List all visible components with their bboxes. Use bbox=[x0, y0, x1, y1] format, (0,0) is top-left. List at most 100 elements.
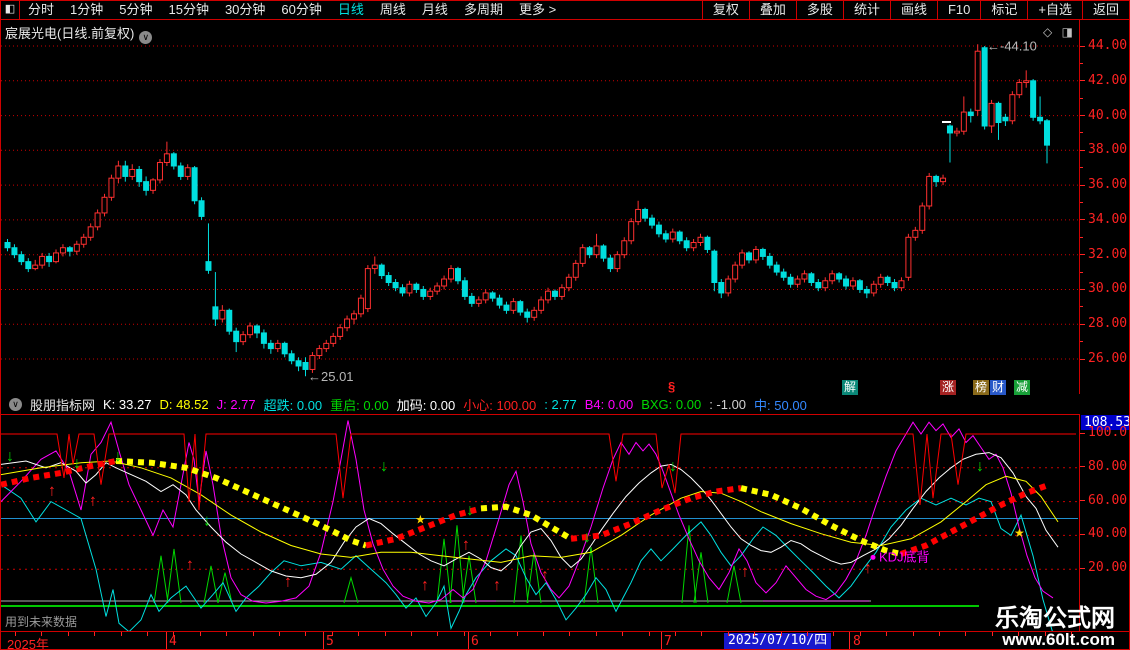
candle-body bbox=[683, 240, 690, 249]
sell-arrow: ↓ bbox=[114, 448, 122, 465]
candlestick-canvas[interactable]: ←-44.10 ←25.01 § bbox=[1, 20, 1079, 394]
candle-body bbox=[572, 262, 579, 278]
period-tab-7[interactable]: 周线 bbox=[372, 1, 414, 19]
candle-body bbox=[704, 236, 711, 250]
event-badge-2[interactable]: 榜 bbox=[973, 380, 989, 395]
month-separator bbox=[323, 632, 324, 649]
axis-tick bbox=[1080, 202, 1083, 203]
price-axis-label: 28.00 bbox=[1088, 316, 1128, 332]
candle-body bbox=[385, 275, 392, 284]
candle-body bbox=[136, 168, 143, 183]
period-tab-5[interactable]: 60分钟 bbox=[273, 1, 329, 19]
candle-body bbox=[655, 224, 662, 235]
candle-body bbox=[877, 276, 884, 285]
candle-body bbox=[988, 102, 995, 127]
candle-body bbox=[253, 325, 260, 334]
period-tabs: 分时 1分钟 5分钟 15分钟 30分钟 60分钟 日线 周线 月线 多周期 更多 > bbox=[20, 1, 564, 19]
candle-body bbox=[690, 242, 697, 249]
time-tick bbox=[569, 632, 570, 636]
candle-body bbox=[281, 342, 288, 355]
price-axis-label: 32.00 bbox=[1088, 246, 1128, 262]
price-gridlines bbox=[1, 45, 1078, 360]
candle-body bbox=[766, 255, 773, 266]
period-tab-0[interactable]: 分时 bbox=[20, 1, 62, 19]
time-tick bbox=[913, 632, 914, 636]
axis-tick bbox=[1080, 341, 1083, 343]
candle-body bbox=[1009, 94, 1016, 122]
diamond-icon[interactable]: ◇ bbox=[1043, 25, 1052, 39]
year-label: 2025年 bbox=[7, 637, 49, 650]
kdj-indicator-panel[interactable]: ↑ ↑ ↑ ↑ ↑ ↑ ↑ ↑ ↑ ↑ ↓ ↓ ↓ ↓ ↓ ↓ ↓ ↓ ↓ ★ ★ KDJ底背 bbox=[1, 414, 1079, 632]
event-badge-3[interactable]: 财 bbox=[990, 380, 1006, 395]
period-tab-10[interactable]: 更多 > bbox=[511, 1, 564, 19]
selected-date-badge: 2025/07/10/四 bbox=[724, 633, 832, 649]
buy-arrow: ↑ bbox=[89, 492, 97, 509]
chevron-down-icon[interactable]: ∨ bbox=[139, 31, 153, 44]
tool-menu-2[interactable]: 多股 bbox=[795, 1, 843, 19]
time-tick bbox=[543, 632, 544, 636]
tool-menu-4[interactable]: 画线 bbox=[889, 1, 937, 19]
month-label-4: 8 bbox=[853, 634, 861, 649]
candle-body bbox=[565, 276, 572, 289]
event-badge-4[interactable]: 减 bbox=[1014, 380, 1030, 395]
window-layout-icon[interactable]: ◧ bbox=[1, 1, 20, 19]
period-tab-9[interactable]: 多周期 bbox=[456, 1, 511, 19]
axis-tick bbox=[1080, 271, 1083, 273]
watermark-url: www.60lt.com bbox=[1002, 630, 1115, 650]
candle-body bbox=[940, 177, 947, 183]
period-tab-3[interactable]: 15分钟 bbox=[160, 1, 216, 19]
careful-line bbox=[1, 433, 1076, 511]
time-axis[interactable]: 2025年 2025/07/10/四 4 5 6 7 8 bbox=[1, 631, 1129, 650]
candle-body bbox=[150, 179, 157, 191]
green-spike bbox=[343, 575, 359, 604]
event-badge-0[interactable]: 解 bbox=[842, 380, 858, 395]
tool-menu-7[interactable]: +自选 bbox=[1027, 1, 1082, 19]
indicator-collapse-icon[interactable]: ∨ bbox=[9, 397, 22, 411]
buy-arrow: ↑ bbox=[284, 574, 292, 591]
indicator-field-1: D: 48.52 bbox=[159, 396, 209, 412]
candle-body bbox=[870, 283, 877, 294]
indicator-axis-label: 100.0 bbox=[1088, 425, 1128, 440]
month-separator bbox=[661, 632, 662, 649]
indicator-field-8: B4: 0.00 bbox=[584, 396, 634, 412]
candle-body bbox=[267, 342, 274, 350]
tool-menu-0[interactable]: 复权 bbox=[701, 1, 749, 19]
period-tab-8[interactable]: 月线 bbox=[414, 1, 456, 19]
candle-body bbox=[662, 233, 669, 240]
indicator-axis-label: 40.00 bbox=[1088, 526, 1128, 542]
tool-menu-3[interactable]: 统计 bbox=[842, 1, 890, 19]
period-tab-6[interactable]: 日线 bbox=[330, 1, 372, 19]
candle-body bbox=[115, 165, 122, 179]
candle-body bbox=[739, 252, 746, 266]
time-tick bbox=[965, 632, 966, 636]
indicator-canvas[interactable]: ↑ ↑ ↑ ↑ ↑ ↑ ↑ ↑ ↑ ↑ ↓ ↓ ↓ ↓ ↓ ↓ ↓ ↓ ↓ ★ ★ KDJ底背 bbox=[1, 415, 1079, 632]
candle-body bbox=[551, 290, 558, 297]
candle-body bbox=[794, 278, 801, 285]
period-tab-4[interactable]: 30分钟 bbox=[217, 1, 273, 19]
candle-body bbox=[891, 282, 898, 289]
buy-arrow: ↑ bbox=[421, 577, 429, 594]
indicator-field-11: 中: 50.00 bbox=[754, 397, 807, 413]
period-tab-1[interactable]: 1分钟 bbox=[62, 1, 111, 19]
tool-menu-6[interactable]: 标记 bbox=[980, 1, 1027, 19]
candle-body bbox=[475, 299, 482, 304]
time-tick bbox=[622, 632, 623, 636]
candle-body bbox=[351, 313, 357, 320]
candle-body bbox=[711, 250, 718, 284]
event-badge-1[interactable]: 涨 bbox=[940, 380, 956, 395]
tool-menu-5[interactable]: F10 bbox=[936, 1, 980, 19]
buy-arrow: ↑ bbox=[462, 536, 470, 553]
main-candlestick-chart[interactable]: 宸展光电(日线.前复权) ∨ ◇ ◨ ←-44.10 ←25.01 § 解 涨 榜财减 bbox=[1, 20, 1079, 395]
candle-body bbox=[974, 50, 981, 111]
period-tab-2[interactable]: 5分钟 bbox=[111, 1, 160, 19]
candle-body bbox=[226, 309, 233, 332]
split-view-icon[interactable]: ◨ bbox=[1062, 25, 1073, 39]
candle-body bbox=[129, 168, 136, 177]
sell-arrow: ↓ bbox=[976, 458, 984, 475]
tool-menu-8[interactable]: 返回 bbox=[1081, 1, 1129, 19]
time-tick bbox=[437, 632, 438, 636]
time-tick bbox=[517, 632, 518, 636]
indicator-field-0: K: 33.27 bbox=[103, 396, 152, 412]
candle-body bbox=[676, 231, 683, 242]
tool-menu-1[interactable]: 叠加 bbox=[748, 1, 796, 19]
